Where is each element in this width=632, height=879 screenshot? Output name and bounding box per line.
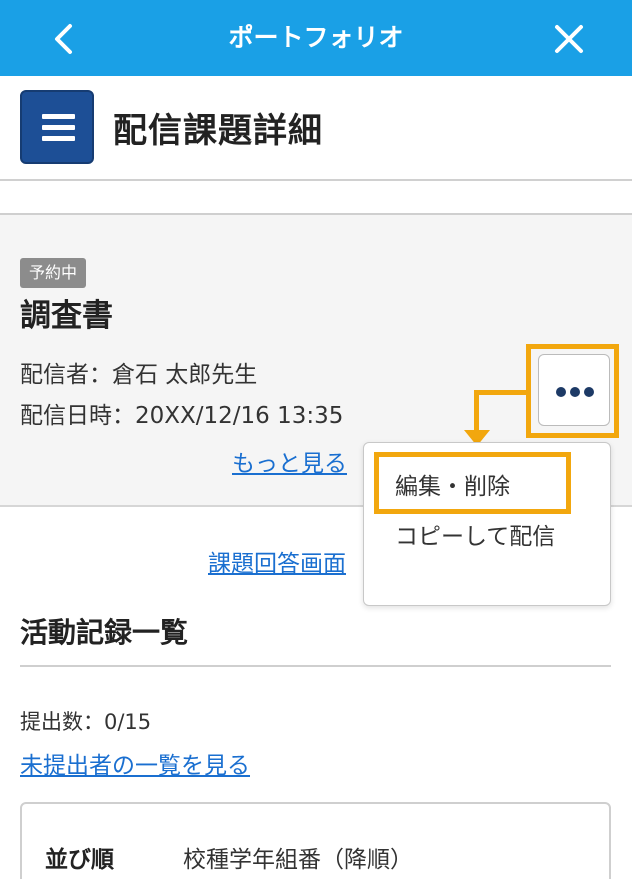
hamburger-menu-icon	[42, 125, 75, 130]
edit-delete-menu-item[interactable]: 編集・削除	[395, 467, 510, 501]
unsubmitted-list-link[interactable]: 未提出者の一覧を見る	[20, 746, 250, 780]
more-options-button[interactable]	[538, 354, 610, 426]
menu-button[interactable]	[20, 90, 94, 164]
more-horizontal-icon	[584, 387, 594, 397]
status-badge: 予約中	[20, 258, 87, 288]
sort-order-select[interactable]: 校種学年組番（降順）	[183, 840, 413, 874]
app-top-bar: ポートフォリオ	[0, 0, 632, 76]
spacer	[0, 183, 632, 215]
see-more-link[interactable]: もっと見る	[232, 444, 347, 478]
callout-connector	[474, 390, 528, 395]
callout-connector	[474, 390, 479, 434]
assignment-title: 調査書	[20, 298, 113, 334]
sort-label: 並び順	[45, 847, 114, 873]
app-title: ポートフォリオ	[228, 23, 404, 52]
divider	[20, 665, 611, 667]
close-icon	[555, 25, 583, 53]
more-horizontal-icon	[556, 387, 566, 397]
more-horizontal-icon	[570, 387, 580, 397]
delivery-datetime-text: 配信日時：20XX/12/16 13:35	[20, 403, 344, 429]
hamburger-menu-icon	[42, 114, 75, 119]
hamburger-menu-icon	[42, 136, 75, 141]
answer-screen-link[interactable]: 課題回答画面	[208, 544, 346, 578]
sender-text: 配信者：倉石 太郎先生	[20, 362, 258, 388]
page-title: 配信課題詳細	[113, 111, 323, 151]
copy-and-deliver-menu-item[interactable]: コピーして配信	[395, 523, 575, 552]
page-header: 配信課題詳細	[0, 76, 632, 181]
activity-section-title: 活動記録一覧	[20, 616, 189, 649]
submission-count: 提出数：0/15	[20, 710, 152, 734]
close-button[interactable]	[544, 14, 594, 64]
